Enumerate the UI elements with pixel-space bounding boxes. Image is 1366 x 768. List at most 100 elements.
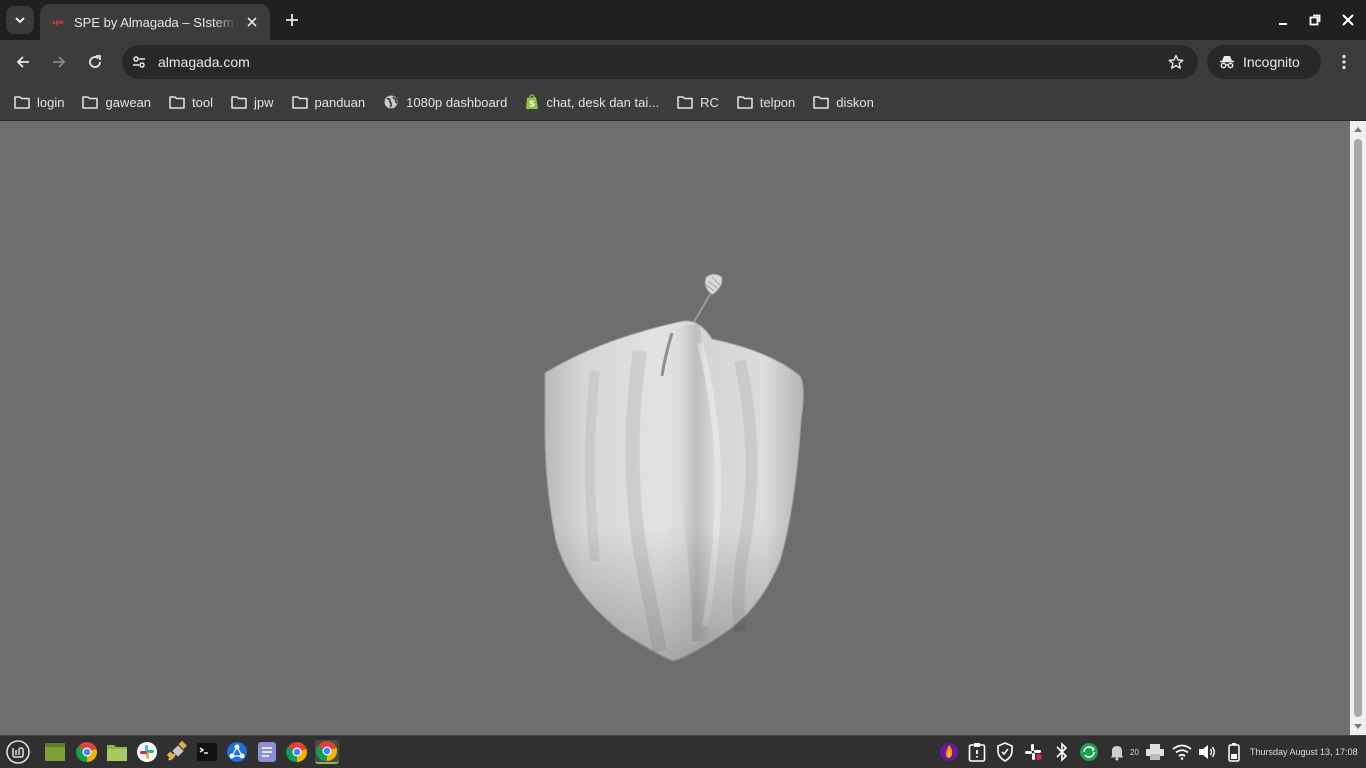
tab-active[interactable]: spe SPE by Almagada – SIstem Perjalanan … xyxy=(40,4,270,40)
browser-menu-button[interactable] xyxy=(1330,48,1358,76)
chrome-icon xyxy=(76,742,97,763)
browser-toolbar: almagada.com Incognito xyxy=(0,40,1366,84)
incognito-indicator[interactable]: Incognito xyxy=(1207,45,1321,79)
folder-icon xyxy=(813,96,830,109)
bookmark-login[interactable]: login xyxy=(8,88,70,116)
bookmark-rc[interactable]: RC xyxy=(671,88,725,116)
url-text[interactable]: almagada.com xyxy=(158,54,1162,70)
close-tab-button[interactable] xyxy=(244,14,260,30)
bookmark-1080p-dashboard[interactable]: 1080p dashboard xyxy=(377,88,513,116)
maximize-button[interactable] xyxy=(1303,8,1327,32)
folder-icon xyxy=(231,96,247,109)
minimize-button[interactable] xyxy=(1271,8,1295,32)
page-content xyxy=(0,121,1350,735)
folder-icon xyxy=(14,96,30,109)
chrome-launcher[interactable] xyxy=(75,740,99,764)
satellite-app-launcher[interactable] xyxy=(165,740,189,764)
close-icon xyxy=(1342,14,1354,26)
caret-down-icon xyxy=(1354,724,1362,729)
slack-icon xyxy=(137,742,157,762)
tray-update-manager[interactable] xyxy=(1078,741,1100,763)
bookmark-telpon[interactable]: telpon xyxy=(731,88,801,116)
folder-icon xyxy=(291,96,308,109)
bookmark-label: chat, desk dan tai... xyxy=(546,94,660,110)
folder-icon xyxy=(169,96,185,109)
address-bar[interactable]: almagada.com xyxy=(122,45,1198,79)
star-icon xyxy=(1168,54,1184,69)
mint-menu-button[interactable] xyxy=(6,740,30,764)
spe-favicon-icon: spe xyxy=(52,18,64,26)
bookmark-label: diskon xyxy=(836,94,874,110)
tray-clipboard[interactable] xyxy=(966,741,988,763)
minimize-icon xyxy=(1279,23,1287,25)
chrome-icon xyxy=(286,742,307,763)
reload-icon xyxy=(89,55,101,68)
battery-icon xyxy=(1228,743,1240,762)
close-window-button[interactable] xyxy=(1336,8,1360,32)
shield-icon xyxy=(997,742,1013,762)
slack-tray-icon xyxy=(1025,744,1042,760)
bookmark-label: gawean xyxy=(105,94,152,110)
tray-slack[interactable] xyxy=(1022,741,1044,763)
forward-button[interactable] xyxy=(45,48,73,76)
slack-launcher[interactable] xyxy=(135,740,159,764)
bookmark-label: telpon xyxy=(759,94,796,110)
tab-search-button[interactable] xyxy=(6,6,34,34)
files-launcher[interactable] xyxy=(105,740,129,764)
tray-bluetooth[interactable] xyxy=(1051,741,1073,763)
bookmark-chat-desk[interactable]: S chat, desk dan tai... xyxy=(519,88,665,116)
close-icon xyxy=(247,17,257,27)
scroll-up-button[interactable] xyxy=(1353,124,1363,134)
show-desktop-button[interactable] xyxy=(43,740,67,764)
site-info-button[interactable] xyxy=(126,49,152,75)
show-desktop-icon xyxy=(45,743,65,761)
arrow-right-icon xyxy=(53,56,66,68)
taskbar-clock[interactable]: Thursday August 13, 17:08 xyxy=(1250,747,1358,757)
flame-icon xyxy=(940,743,958,761)
volume-icon xyxy=(1199,745,1215,759)
tray-printer[interactable] xyxy=(1144,741,1166,763)
chrome-icon xyxy=(316,741,337,762)
reload-button[interactable] xyxy=(81,48,109,76)
folder-icon xyxy=(82,96,99,109)
restore-icon xyxy=(1309,14,1321,26)
arrow-left-icon xyxy=(16,56,29,68)
bookmark-label: panduan xyxy=(314,94,366,110)
tray-volume[interactable] xyxy=(1196,741,1218,763)
tray-flame-app[interactable] xyxy=(938,741,960,763)
page-scrollbar[interactable] xyxy=(1350,121,1366,735)
bookmark-label: login xyxy=(37,94,65,110)
chrome-window-1[interactable] xyxy=(285,740,309,764)
chrome-window-2[interactable] xyxy=(315,740,339,764)
shopify-icon: S xyxy=(526,94,539,109)
bluetooth-icon xyxy=(1056,742,1068,762)
globe-icon xyxy=(384,95,398,109)
files-icon xyxy=(107,745,127,761)
bookmark-gawean[interactable]: gawean xyxy=(76,88,157,116)
tray-shield[interactable] xyxy=(994,741,1016,763)
bookmark-panduan[interactable]: panduan xyxy=(286,88,372,116)
bookmark-star-button[interactable] xyxy=(1162,48,1190,76)
bookmark-label: 1080p dashboard xyxy=(406,94,508,110)
tray-notifications[interactable] xyxy=(1106,741,1128,763)
wifi-icon xyxy=(1172,744,1192,760)
text-editor-launcher[interactable] xyxy=(255,740,279,764)
network-app-launcher[interactable] xyxy=(225,740,249,764)
terminal-launcher[interactable] xyxy=(195,740,219,764)
mint-menu-icon xyxy=(6,740,30,764)
bookmark-jpw[interactable]: jpw xyxy=(225,88,280,116)
terminal-icon xyxy=(197,743,217,761)
bookmark-diskon[interactable]: diskon xyxy=(807,88,880,116)
bookmark-tool[interactable]: tool xyxy=(163,88,219,116)
tab-strip: spe SPE by Almagada – SIstem Perjalanan … xyxy=(0,0,1366,40)
back-button[interactable] xyxy=(9,48,37,76)
network-app-icon xyxy=(227,742,247,762)
tray-battery[interactable] xyxy=(1223,741,1245,763)
scrollbar-thumb[interactable] xyxy=(1354,139,1362,717)
bookmark-label: tool xyxy=(192,94,213,110)
folder-icon xyxy=(737,96,753,109)
new-tab-button[interactable] xyxy=(280,8,304,32)
tray-wifi[interactable] xyxy=(1171,741,1193,763)
tray-badge-count: 20 xyxy=(1130,748,1139,757)
scroll-down-button[interactable] xyxy=(1353,722,1363,732)
